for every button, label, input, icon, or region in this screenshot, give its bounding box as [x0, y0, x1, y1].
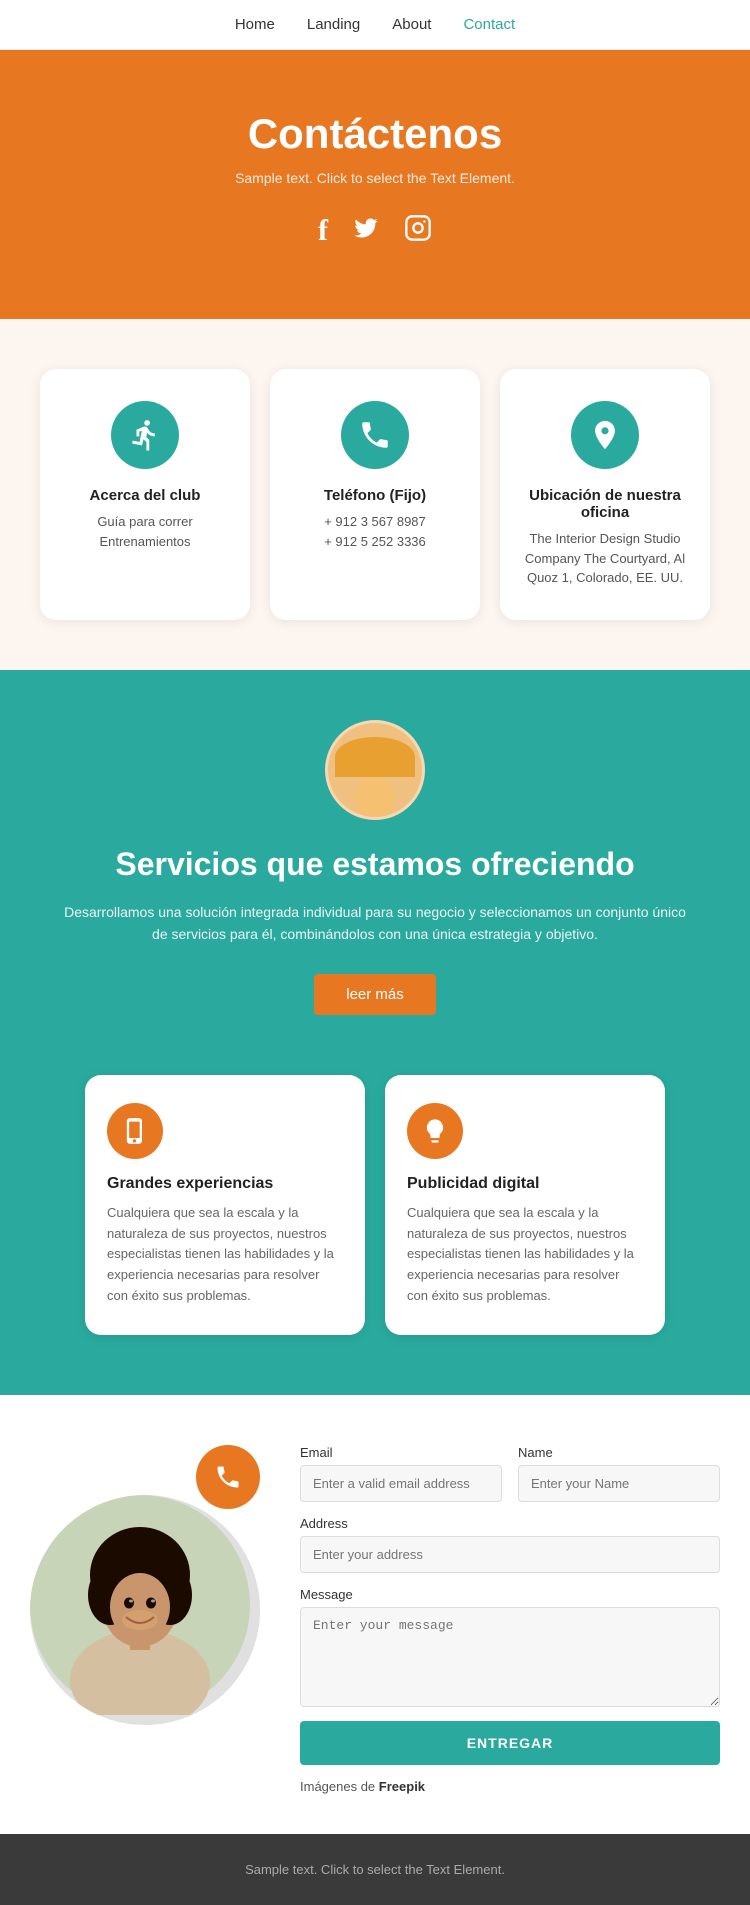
name-label: Name: [518, 1445, 720, 1460]
mobile-icon: [107, 1103, 163, 1159]
message-input[interactable]: [300, 1607, 720, 1707]
card-phone: Teléfono (Fijo) + 912 3 567 8987+ 912 5 …: [270, 369, 480, 620]
form-row-email-name: Email Name: [300, 1445, 720, 1502]
bulb-icon: [407, 1103, 463, 1159]
avatar: [325, 720, 425, 820]
email-group: Email: [300, 1445, 502, 1502]
card-location-title: Ubicación de nuestra oficina: [524, 487, 686, 521]
service-experience-description: Cualquiera que sea la escala y la natura…: [107, 1203, 343, 1307]
contact-image: [30, 1445, 270, 1725]
phone-icon: [341, 401, 409, 469]
service-digital-description: Cualquiera que sea la escala y la natura…: [407, 1203, 643, 1307]
name-input[interactable]: [518, 1465, 720, 1502]
footer: Sample text. Click to select the Text El…: [0, 1834, 750, 1905]
avatar-head: [355, 777, 395, 817]
woman-photo: [30, 1495, 260, 1725]
nav-landing[interactable]: Landing: [307, 16, 360, 33]
footer-text[interactable]: Sample text. Click to select the Text El…: [28, 1862, 722, 1877]
submit-button[interactable]: ENTREGAR: [300, 1721, 720, 1765]
card-club-title: Acerca del club: [64, 487, 226, 504]
location-icon: [571, 401, 639, 469]
name-group: Name: [518, 1445, 720, 1502]
nav-home[interactable]: Home: [235, 16, 275, 33]
hero-subtitle[interactable]: Sample text. Click to select the Text El…: [40, 170, 710, 186]
service-card-digital: Publicidad digital Cualquiera que sea la…: [385, 1075, 665, 1335]
card-phone-title: Teléfono (Fijo): [294, 487, 456, 504]
facebook-icon[interactable]: f: [318, 214, 328, 249]
run-icon: [111, 401, 179, 469]
card-club: Acerca del club Guía para correrEntrenam…: [40, 369, 250, 620]
email-input[interactable]: [300, 1465, 502, 1502]
message-group: Message: [300, 1587, 720, 1707]
nav-contact[interactable]: Contact: [463, 16, 515, 33]
services-section: Servicios que estamos ofreciendo Desarro…: [0, 670, 750, 1075]
freepik-link[interactable]: Freepik: [379, 1779, 425, 1794]
services-description: Desarrollamos una solución integrada ind…: [60, 901, 690, 946]
message-label: Message: [300, 1587, 720, 1602]
freepik-attribution: Imágenes de Freepik: [300, 1779, 720, 1794]
contact-section: Email Name Address Message ENTREGAR Imág…: [0, 1395, 750, 1834]
instagram-icon[interactable]: [404, 214, 432, 249]
social-icons: f: [40, 214, 710, 249]
address-group: Address: [300, 1516, 720, 1573]
hero-title: Contáctenos: [40, 110, 710, 158]
service-cards: Grandes experiencias Cualquiera que sea …: [0, 1075, 750, 1395]
email-label: Email: [300, 1445, 502, 1460]
card-location-text: The Interior Design Studio Company The C…: [524, 529, 686, 588]
twitter-icon[interactable]: [352, 214, 380, 249]
contact-form: Email Name Address Message ENTREGAR Imág…: [300, 1445, 720, 1794]
service-experience-title: Grandes experiencias: [107, 1175, 343, 1193]
address-input[interactable]: [300, 1536, 720, 1573]
card-phone-text: + 912 3 567 8987+ 912 5 252 3336: [294, 512, 456, 551]
card-club-text: Guía para correrEntrenamientos: [64, 512, 226, 551]
service-digital-title: Publicidad digital: [407, 1175, 643, 1193]
service-card-experience: Grandes experiencias Cualquiera que sea …: [85, 1075, 365, 1335]
info-cards-section: Acerca del club Guía para correrEntrenam…: [0, 319, 750, 670]
phone-badge-icon: [196, 1445, 260, 1509]
services-title: Servicios que estamos ofreciendo: [60, 844, 690, 886]
card-location: Ubicación de nuestra oficina The Interio…: [500, 369, 710, 620]
avatar-body: [335, 737, 415, 777]
nav-about[interactable]: About: [392, 16, 431, 33]
read-more-button[interactable]: leer más: [314, 974, 436, 1015]
hero-section: Contáctenos Sample text. Click to select…: [0, 50, 750, 319]
navigation: Home Landing About Contact: [0, 0, 750, 50]
address-label: Address: [300, 1516, 720, 1531]
